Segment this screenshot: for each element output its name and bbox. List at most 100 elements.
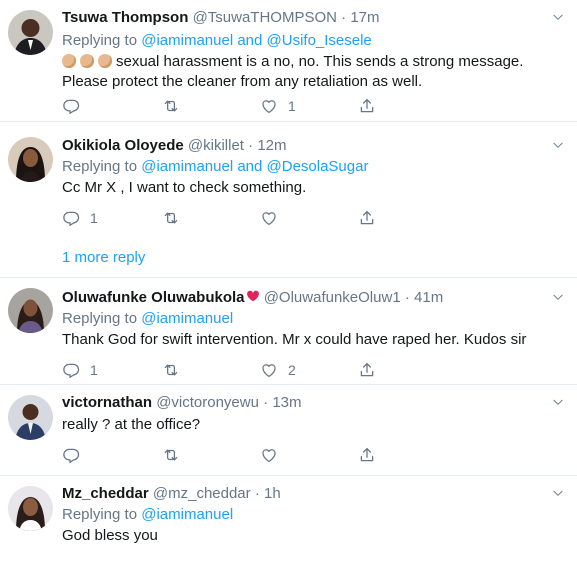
display-name[interactable]: victornathan — [62, 394, 152, 411]
reply-button[interactable] — [62, 445, 90, 465]
share-icon — [358, 209, 376, 227]
chevron-down-icon[interactable] — [551, 395, 565, 409]
like-icon — [260, 97, 278, 115]
like-button[interactable]: 2 — [260, 360, 296, 380]
separator-dot: · — [404, 289, 410, 306]
retweet-icon — [162, 209, 180, 227]
tweet-header: Tsuwa Thompson @TsuwaTHOMPSON · 17m — [62, 8, 567, 28]
replying-to: Replying to @iamimanuel — [62, 505, 567, 525]
user-handle[interactable]: @kikillet — [188, 137, 244, 154]
retweet-icon — [162, 97, 180, 115]
retweet-button[interactable] — [162, 360, 190, 380]
share-icon — [358, 97, 376, 115]
tweet-actions — [62, 445, 392, 465]
retweet-button[interactable] — [162, 208, 190, 228]
timestamp[interactable]: 12m — [257, 137, 286, 154]
tweet[interactable]: Tsuwa Thompson @TsuwaTHOMPSON · 17m Repl… — [0, 0, 577, 122]
tweet[interactable]: victornathan @victoronyewu · 13m really … — [0, 385, 577, 476]
replying-to-label: Replying to — [62, 158, 138, 175]
tweet-header: Oluwafunke Oluwabukola @OluwafunkeOluw1 … — [62, 288, 567, 308]
replying-to-label: Replying to — [62, 310, 138, 327]
tweet[interactable]: Oluwafunke Oluwabukola @OluwafunkeOluw1 … — [0, 278, 577, 385]
separator-dot: · — [254, 485, 260, 502]
reply-icon — [62, 97, 80, 115]
like-button[interactable]: 1 — [260, 96, 296, 116]
timestamp[interactable]: 41m — [414, 289, 443, 306]
retweet-icon — [162, 446, 180, 464]
share-button[interactable] — [358, 445, 376, 465]
tweet-actions: 1 — [62, 96, 392, 116]
avatar[interactable] — [8, 486, 53, 531]
replying-to: Replying to @iamimanuel and @Usifo_Isese… — [62, 31, 567, 51]
display-name[interactable]: Mz_cheddar — [62, 485, 149, 502]
retweet-button[interactable] — [162, 96, 190, 116]
tweet-header: Okikiola Oloyede @kikillet · 12m — [62, 136, 567, 156]
replying-to-label: Replying to — [62, 32, 138, 49]
share-icon — [358, 361, 376, 379]
avatar[interactable] — [8, 395, 53, 440]
user-handle[interactable]: @mz_cheddar — [153, 485, 251, 502]
avatar[interactable] — [8, 10, 53, 55]
display-name[interactable]: Tsuwa Thompson — [62, 9, 188, 26]
share-icon — [358, 446, 376, 464]
tweet-text: God bless you — [62, 527, 158, 544]
tweet[interactable]: Okikiola Oloyede @kikillet · 12m Replyin… — [0, 122, 577, 278]
replying-to-link[interactable]: @iamimanuel — [141, 506, 233, 523]
clapping-hands-icon — [62, 53, 116, 70]
user-handle[interactable]: @OluwafunkeOluw1 — [264, 289, 401, 306]
like-count: 2 — [288, 362, 296, 378]
chevron-down-icon[interactable] — [551, 486, 565, 500]
tweet-text: Cc Mr X , I want to check something. — [62, 179, 307, 196]
avatar[interactable] — [8, 288, 53, 333]
like-icon — [260, 209, 278, 227]
timestamp[interactable]: 1h — [264, 485, 281, 502]
replying-to-link[interactable]: @iamimanuel — [141, 310, 233, 327]
retweet-icon — [162, 361, 180, 379]
replying-to-label: Replying to — [62, 506, 138, 523]
reply-button[interactable] — [62, 96, 90, 116]
replying-to-link[interactable]: @iamimanuel and @Usifo_Isesele — [141, 32, 372, 49]
reply-icon — [62, 209, 80, 227]
timestamp[interactable]: 13m — [272, 394, 301, 411]
tweet-body: sexual harassment is a no, no. This send… — [62, 53, 524, 90]
tweet-actions: 1 2 — [62, 360, 392, 380]
tweet[interactable]: Mz_cheddar @mz_cheddar · 1h Replying to … — [0, 476, 577, 563]
like-icon — [260, 446, 278, 464]
reply-count: 1 — [90, 210, 98, 226]
separator-dot: · — [341, 9, 347, 26]
user-handle[interactable]: @victoronyewu — [156, 394, 259, 411]
like-button[interactable] — [260, 445, 288, 465]
retweet-button[interactable] — [162, 445, 190, 465]
reply-count: 1 — [90, 362, 98, 378]
reply-button[interactable]: 1 — [62, 208, 98, 228]
reply-icon — [62, 446, 80, 464]
tweet-actions: 1 — [62, 208, 392, 228]
replying-to: Replying to @iamimanuel and @DesolaSugar — [62, 157, 567, 177]
separator-dot: · — [248, 137, 254, 154]
share-button[interactable] — [358, 360, 376, 380]
tweet-header: victornathan @victoronyewu · 13m — [62, 393, 567, 413]
replying-to: Replying to @iamimanuel — [62, 309, 567, 329]
reply-button[interactable]: 1 — [62, 360, 98, 380]
avatar[interactable] — [8, 137, 53, 182]
user-handle[interactable]: @TsuwaTHOMPSON — [193, 9, 337, 26]
like-button[interactable] — [260, 208, 288, 228]
chevron-down-icon[interactable] — [551, 138, 565, 152]
like-count: 1 — [288, 98, 296, 114]
hearts-icon — [246, 288, 260, 302]
separator-dot: · — [263, 394, 269, 411]
tweet-text: Thank God for swift intervention. Mr x c… — [62, 331, 527, 348]
like-icon — [260, 361, 278, 379]
tweet-text: really ? at the office? — [62, 416, 201, 433]
chevron-down-icon[interactable] — [551, 290, 565, 304]
chevron-down-icon[interactable] — [551, 10, 565, 24]
timestamp[interactable]: 17m — [350, 9, 379, 26]
display-name[interactable]: Okikiola Oloyede — [62, 137, 184, 154]
share-button[interactable] — [358, 208, 376, 228]
tweet-text: sexual harassment is a no, no. This send… — [62, 52, 567, 92]
share-button[interactable] — [358, 96, 376, 116]
replying-to-link[interactable]: @iamimanuel and @DesolaSugar — [141, 158, 368, 175]
reply-icon — [62, 361, 80, 379]
show-more-replies-link[interactable]: 1 more reply — [62, 248, 145, 268]
display-name[interactable]: Oluwafunke Oluwabukola — [62, 289, 245, 306]
